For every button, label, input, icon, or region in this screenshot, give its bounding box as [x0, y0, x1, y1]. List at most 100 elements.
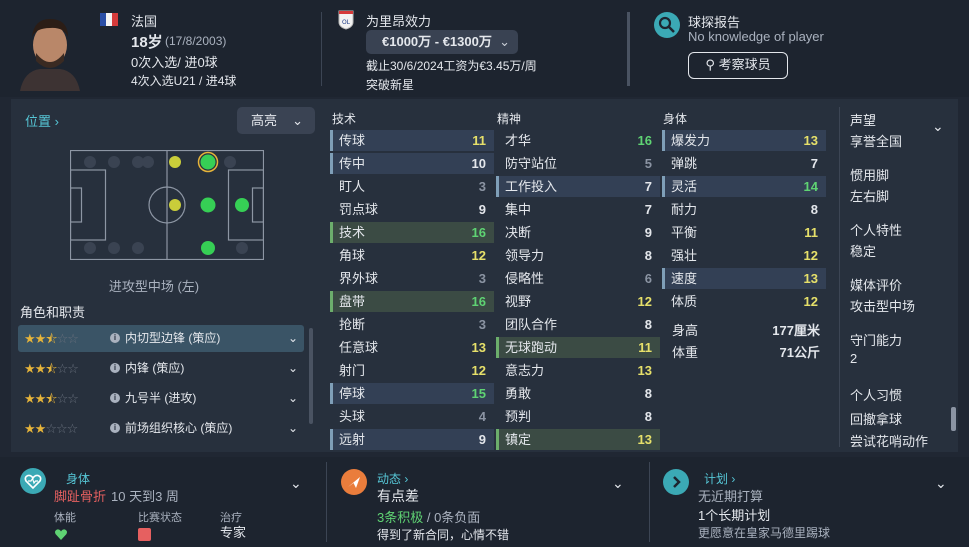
- chevron-down-icon[interactable]: ⌄: [612, 475, 624, 492]
- attribute-row[interactable]: 罚点球 9: [330, 199, 494, 220]
- attribute-name: 侵略性: [505, 271, 545, 286]
- attribute-row[interactable]: 工作投入 7: [496, 176, 660, 197]
- chevron-down-icon: ⌄: [287, 331, 298, 345]
- chevron-down-icon[interactable]: ⌄: [290, 475, 302, 492]
- divider: [627, 12, 630, 86]
- short-term-plan: 无近期打算: [698, 489, 764, 504]
- attribute-row[interactable]: 团队合作 8: [496, 314, 660, 335]
- attribute-row[interactable]: 弹跳 7: [662, 153, 826, 174]
- scout-player-button[interactable]: ⚲ 考察球员: [688, 52, 788, 79]
- attribute-row[interactable]: 才华 16: [496, 130, 660, 151]
- attribute-row[interactable]: 头球 4: [330, 406, 494, 427]
- attribute-name: 决断: [505, 225, 532, 240]
- attribute-row[interactable]: 停球 15: [330, 383, 494, 404]
- chevron-down-icon: ⌄: [499, 34, 510, 49]
- condition-heart-icon: [54, 527, 68, 541]
- attribute-row[interactable]: 盯人 3: [330, 176, 494, 197]
- attribute-name: 无球跑动: [505, 340, 558, 355]
- attribute-row[interactable]: 耐力 8: [662, 199, 826, 220]
- attribute-row[interactable]: 意志力 13: [496, 360, 660, 381]
- feedback-summary: 3条积极 / 0条负面: [377, 507, 480, 526]
- attribute-value: 13: [471, 340, 486, 355]
- attribute-row[interactable]: 领导力 8: [496, 245, 660, 266]
- attribute-row[interactable]: 远射 9: [330, 429, 494, 450]
- info-icon[interactable]: i: [110, 333, 120, 343]
- injury-name: 脚趾骨折: [54, 489, 107, 504]
- treatment-value: 专家: [220, 525, 247, 540]
- plans-icon: [663, 469, 689, 495]
- club-crest-icon: OL: [338, 10, 354, 30]
- attribute-value: 8: [644, 409, 652, 424]
- plans-link[interactable]: 计划 ›: [704, 470, 735, 487]
- attribute-name: 射门: [339, 363, 366, 378]
- goalkeeping-value: 2: [850, 351, 858, 366]
- chevron-down-icon[interactable]: ⌄: [935, 475, 947, 492]
- roles-scrollbar[interactable]: [309, 328, 313, 424]
- club-label: 为里昂效力: [366, 14, 432, 29]
- attribute-row[interactable]: 传中 10: [330, 153, 494, 174]
- attribute-row[interactable]: 任意球 13: [330, 337, 494, 358]
- info-icon[interactable]: i: [110, 423, 120, 433]
- role-row[interactable]: ★★⯪☆☆ i 内切型边锋 (策应) ⌄: [18, 325, 304, 352]
- attribute-value: 9: [478, 202, 486, 217]
- attribute-name: 体质: [671, 294, 698, 309]
- dynamics-link[interactable]: 动态 ›: [377, 470, 408, 487]
- attribute-row[interactable]: 传球 11: [330, 130, 494, 151]
- role-stars: ★★⯪☆☆: [24, 361, 79, 376]
- attribute-name: 预判: [505, 409, 532, 424]
- role-row[interactable]: ★★⯪☆☆ i 九号半 (进攻) ⌄: [18, 385, 304, 412]
- attribute-row[interactable]: 体质 12: [662, 291, 826, 312]
- attribute-row[interactable]: 爆发力 13: [662, 130, 826, 151]
- attribute-row[interactable]: 镇定 13: [496, 429, 660, 450]
- role-row[interactable]: ★★⯪☆☆ i 内锋 (策应) ⌄: [18, 355, 304, 382]
- attribute-row[interactable]: 界外球 3: [330, 268, 494, 289]
- attribute-row[interactable]: 平衡 11: [662, 222, 826, 243]
- media-value: 攻击型中场: [850, 299, 916, 314]
- attribute-row[interactable]: 技术 16: [330, 222, 494, 243]
- attribute-value: 4: [478, 409, 486, 424]
- personality-value: 稳定: [850, 244, 877, 259]
- info-scrollbar[interactable]: [951, 407, 956, 431]
- attribute-row[interactable]: 灵活 14: [662, 176, 826, 197]
- fitness-title[interactable]: 身体: [66, 470, 90, 487]
- role-row[interactable]: ★★☆☆☆ i 前场组织核心 (策应) ⌄: [18, 415, 304, 442]
- role-stars: ★★☆☆☆: [24, 421, 78, 436]
- attribute-name: 集中: [505, 202, 532, 217]
- weight-label: 体重: [672, 345, 699, 360]
- attribute-name: 勇敢: [505, 386, 532, 401]
- attribute-value: 12: [637, 294, 652, 309]
- dynamics-note: 得到了新合同，心情不错: [377, 528, 510, 542]
- attribute-value: 5: [644, 156, 652, 171]
- attribute-row[interactable]: 预判 8: [496, 406, 660, 427]
- attribute-row[interactable]: 角球 12: [330, 245, 494, 266]
- attribute-row[interactable]: 射门 12: [330, 360, 494, 381]
- attribute-name: 防守站位: [505, 156, 558, 171]
- goalkeeping-label: 守门能力: [850, 333, 903, 348]
- height-label: 身高: [672, 323, 699, 338]
- attribute-row[interactable]: 速度 13: [662, 268, 826, 289]
- attribute-row[interactable]: 防守站位 5: [496, 153, 660, 174]
- attribute-value: 13: [637, 432, 652, 447]
- attribute-value: 12: [471, 363, 486, 378]
- attribute-row[interactable]: 强壮 12: [662, 245, 826, 266]
- role-name: 前场组织核心 (策应): [125, 421, 233, 435]
- ppm-label: 个人习惯: [850, 388, 903, 403]
- contract-info: 截止30/6/2024工资为€3.45万/周: [366, 59, 537, 73]
- attribute-row[interactable]: 侵略性 6: [496, 268, 660, 289]
- info-icon[interactable]: i: [110, 393, 120, 403]
- value-range-button[interactable]: €1000万 - €1300万 ⌄: [366, 30, 518, 54]
- attribute-row[interactable]: 视野 12: [496, 291, 660, 312]
- attribute-row[interactable]: 抢断 3: [330, 314, 494, 335]
- highlight-dropdown[interactable]: 高亮 ⌄: [237, 107, 315, 134]
- attribute-row[interactable]: 集中 7: [496, 199, 660, 220]
- attribute-row[interactable]: 盘带 16: [330, 291, 494, 312]
- info-icon[interactable]: i: [110, 363, 120, 373]
- attribute-row[interactable]: 勇敢 8: [496, 383, 660, 404]
- attribute-row[interactable]: 无球跑动 11: [496, 337, 660, 358]
- ppm-value-2: 尝试花哨动作: [850, 434, 929, 449]
- position-link[interactable]: 位置 ›: [25, 111, 59, 130]
- chevron-down-icon[interactable]: ⌄: [932, 118, 944, 135]
- player-dob: (17/8/2003): [165, 34, 227, 48]
- attribute-value: 9: [478, 432, 486, 447]
- attribute-row[interactable]: 决断 9: [496, 222, 660, 243]
